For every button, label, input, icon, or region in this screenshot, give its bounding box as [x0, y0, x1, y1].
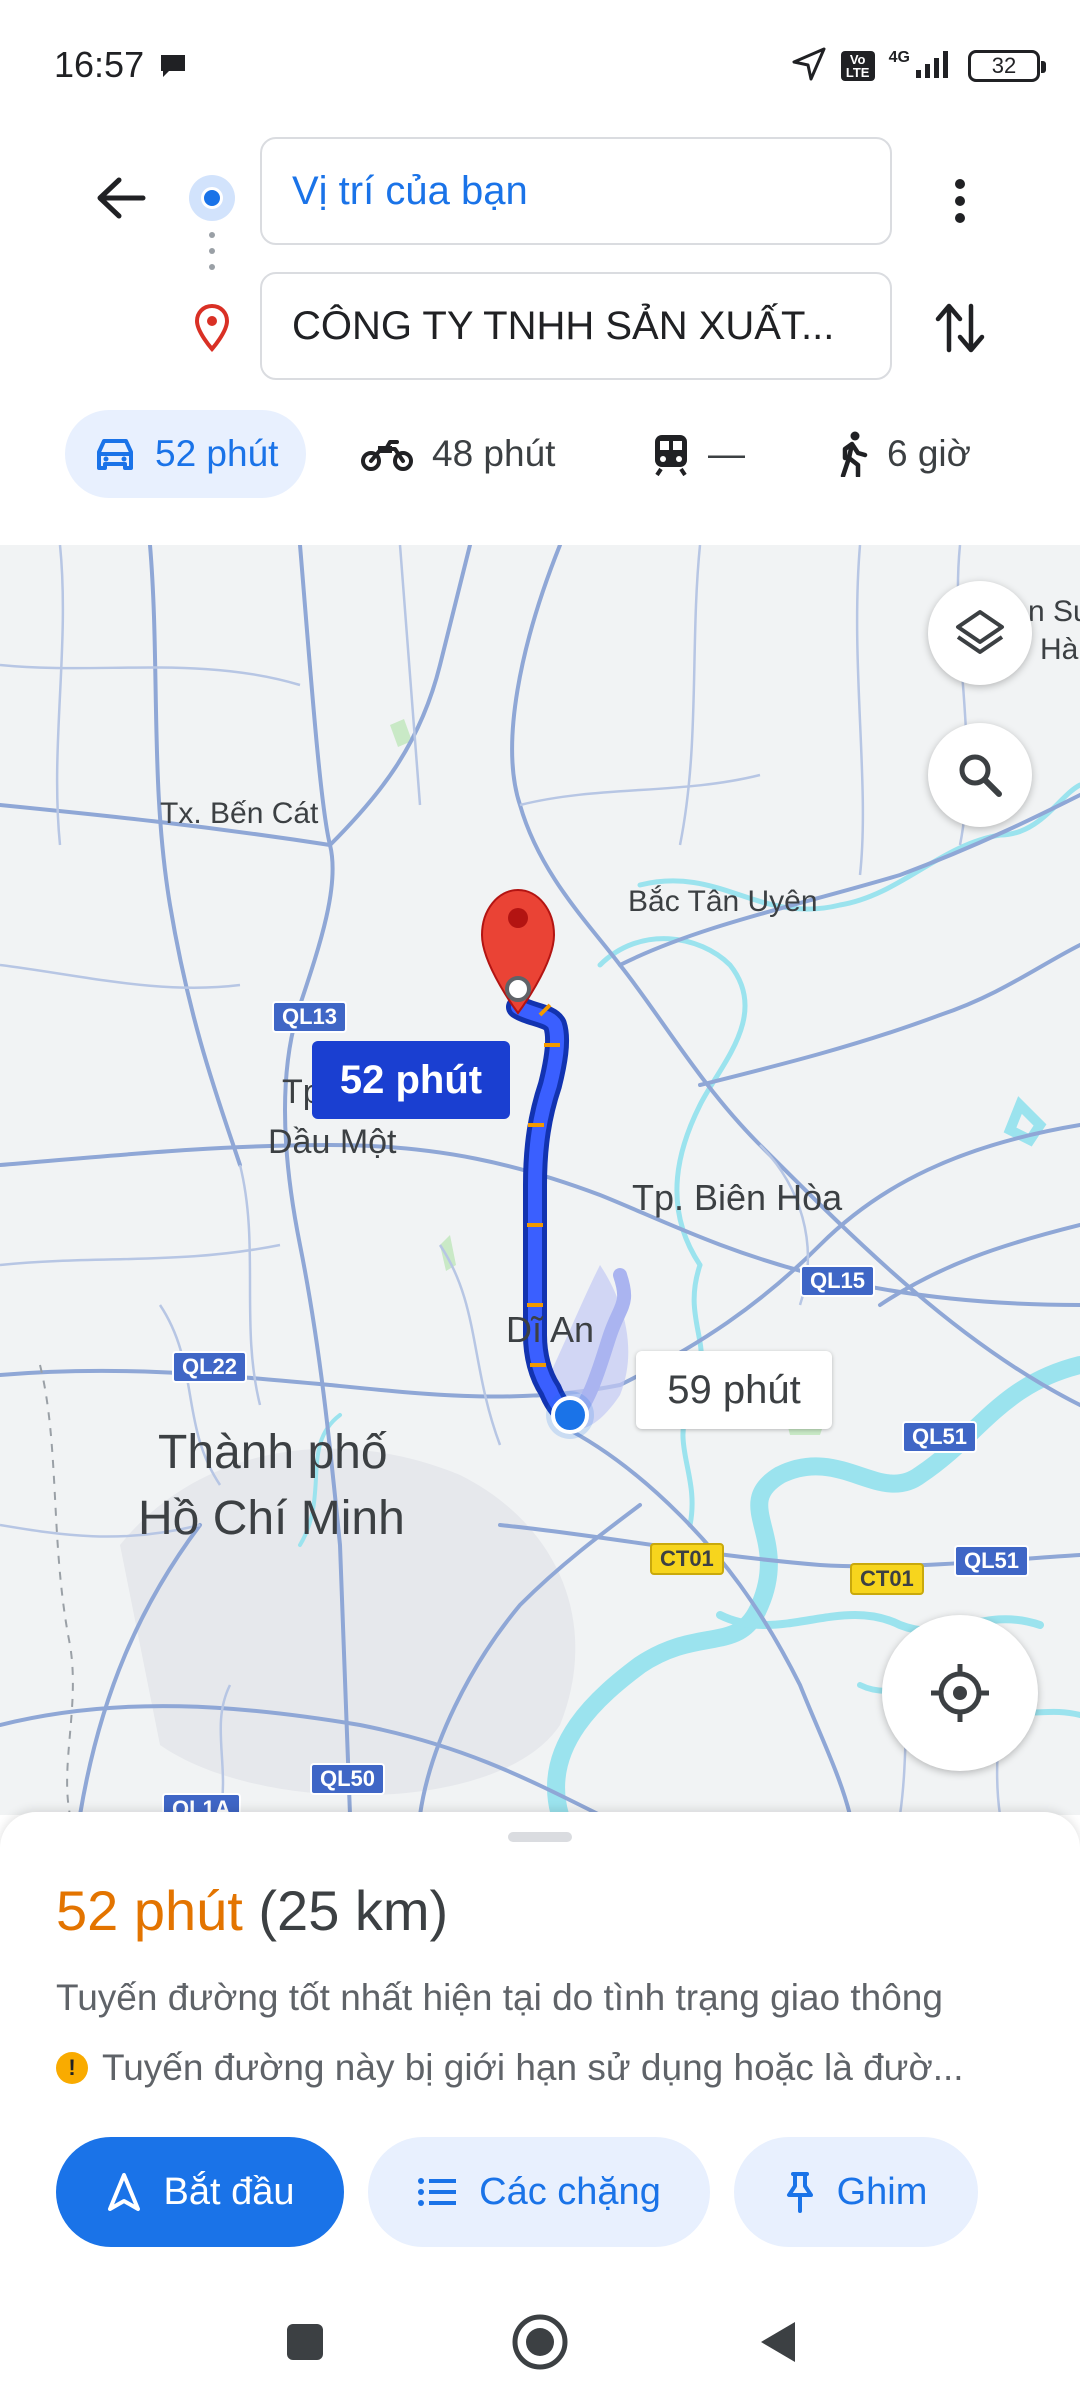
- mode-transit-label: —: [708, 433, 745, 474]
- mode-car-label: 52 phút: [155, 433, 279, 474]
- battery-icon: 32: [968, 50, 1046, 82]
- pin-button-label: Ghim: [836, 2170, 928, 2213]
- origin-text: Vị trí của bạn: [292, 168, 528, 213]
- route-primary-callout[interactable]: 52 phút: [312, 1041, 510, 1119]
- map-destination-pin-icon: [480, 888, 556, 1015]
- home-button[interactable]: [508, 2310, 572, 2374]
- route-warning-text: Tuyến đường này bị giới hạn sử dụng hoặc…: [102, 2047, 964, 2088]
- route-alt-callout[interactable]: 59 phút: [636, 1351, 832, 1429]
- navigation-arrow-icon: [107, 2173, 140, 2211]
- motorbike-icon: [361, 440, 413, 471]
- summary-distance: (25 km): [258, 1879, 449, 1942]
- walk-icon: [840, 431, 868, 477]
- road-shield-ql22: QL22: [172, 1351, 248, 1383]
- more-options-button[interactable]: [930, 165, 990, 237]
- start-button[interactable]: Bắt đầu: [56, 2137, 344, 2247]
- map-canvas: [0, 545, 1080, 1815]
- mode-walk-label: 6 giờ: [887, 433, 971, 474]
- route-connector-dots: [209, 232, 215, 270]
- destination-text: CÔNG TY TNHH SẢN XUẤT...: [292, 303, 835, 348]
- arrow-back-icon: [97, 177, 146, 219]
- home-circle-icon: [512, 2314, 568, 2370]
- start-button-label: Bắt đầu: [163, 2170, 295, 2213]
- chat-bubble-icon: [158, 52, 188, 85]
- road-shield-ql15: QL15: [800, 1265, 876, 1297]
- car-icon: [97, 439, 133, 470]
- search-icon: [959, 754, 1002, 797]
- destination-pin-icon: [192, 303, 232, 353]
- my-location-button[interactable]: [882, 1615, 1038, 1771]
- battery-level: 32: [991, 53, 1017, 78]
- map-view[interactable]: Tx. Bến Cát Bắc Tân Uyên Tp Dầu Một Tp. …: [0, 545, 1080, 1815]
- my-location-icon: [931, 1664, 989, 1722]
- warning-icon: !: [56, 2052, 88, 2084]
- route-warning: ! Tuyến đường này bị giới hạn sử dụng ho…: [56, 2047, 1016, 2089]
- road-shield-ql50: QL50: [310, 1763, 386, 1795]
- mode-motorbike[interactable]: 48 phút: [360, 410, 555, 498]
- directions-header: Vị trí của bạn CÔNG TY TNHH SẢN XUẤT... …: [0, 120, 1080, 545]
- route-primary-time: 52 phút: [339, 1057, 483, 1102]
- map-label-bien-hoa: Tp. Biên Hòa: [632, 1177, 843, 1218]
- mode-car[interactable]: 52 phút: [65, 410, 307, 498]
- search-along-route-button[interactable]: [928, 723, 1032, 827]
- train-icon: [655, 435, 687, 476]
- sheet-drag-handle[interactable]: [508, 1832, 572, 1842]
- travel-modes: 52 phút 48 phút — 6 giờ: [0, 410, 1080, 520]
- destination-field[interactable]: CÔNG TY TNHH SẢN XUẤT...: [260, 272, 892, 380]
- steps-button[interactable]: Các chặng: [368, 2137, 710, 2247]
- recents-button[interactable]: [273, 2310, 337, 2374]
- back-nav-button[interactable]: [745, 2310, 809, 2374]
- origin-field[interactable]: Vị trí của bạn: [260, 137, 892, 245]
- mode-motorbike-label: 48 phút: [432, 433, 556, 474]
- map-label-bac-tan-uyen: Bắc Tân Uyên: [628, 885, 818, 918]
- map-label-ben-cat: Tx. Bến Cát: [160, 797, 319, 830]
- square-icon: [287, 2324, 323, 2360]
- map-label-hcm-line1: Thành phố: [158, 1426, 388, 1479]
- map-label-hcm-line2: Hồ Chí Minh: [138, 1492, 405, 1545]
- back-button[interactable]: [88, 165, 154, 231]
- swap-route-button[interactable]: [925, 292, 995, 364]
- origin-marker-icon: [189, 175, 235, 221]
- route-details-sheet[interactable]: 52 phút (25 km) Tuyến đường tốt nhất hiệ…: [0, 1812, 1080, 2282]
- map-label-dau-mot: Dầu Một: [268, 1123, 397, 1161]
- list-icon: [418, 2178, 457, 2206]
- system-nav-bar: [0, 2282, 1080, 2400]
- more-vert-icon: [955, 179, 965, 223]
- volte-icon: Vo LTE: [840, 51, 875, 81]
- status-time: 16:57: [54, 44, 145, 85]
- route-alt-time: 59 phút: [667, 1367, 801, 1412]
- pin-button[interactable]: Ghim: [734, 2137, 978, 2247]
- mode-walk[interactable]: 6 giờ: [835, 410, 971, 498]
- route-summary: 52 phút (25 km): [56, 1878, 448, 1943]
- status-bar: 16:57 Vo LTE 4G 32: [0, 0, 1080, 120]
- layers-icon: [956, 610, 1004, 654]
- road-shield-ct01-b: CT01: [850, 1563, 924, 1595]
- summary-time: 52 phút: [56, 1879, 243, 1942]
- road-shield-ql13: QL13: [272, 1001, 348, 1033]
- route-subtitle: Tuyến đường tốt nhất hiện tại do tình tr…: [56, 1977, 943, 2018]
- layers-button[interactable]: [928, 581, 1032, 685]
- map-label-di-an: Dĩ An: [506, 1309, 595, 1350]
- status-icons: Vo LTE 4G 32: [791, 46, 1046, 87]
- triangle-back-icon: [761, 2322, 795, 2362]
- road-shield-ct01-a: CT01: [650, 1543, 724, 1575]
- steps-button-label: Các chặng: [479, 2170, 661, 2213]
- road-shield-ql51-b: QL51: [954, 1545, 1030, 1577]
- location-arrow-icon: [791, 46, 827, 87]
- network-type: 4G: [888, 49, 910, 66]
- map-label-edge-1: n Sư: [1028, 595, 1080, 628]
- signal-icon: [914, 48, 954, 85]
- mode-transit[interactable]: —: [652, 410, 745, 498]
- swap-vert-icon: [935, 303, 985, 353]
- pushpin-icon: [786, 2172, 813, 2213]
- map-label-edge-2: Hà: [1040, 633, 1079, 666]
- road-shield-ql51-a: QL51: [902, 1421, 978, 1453]
